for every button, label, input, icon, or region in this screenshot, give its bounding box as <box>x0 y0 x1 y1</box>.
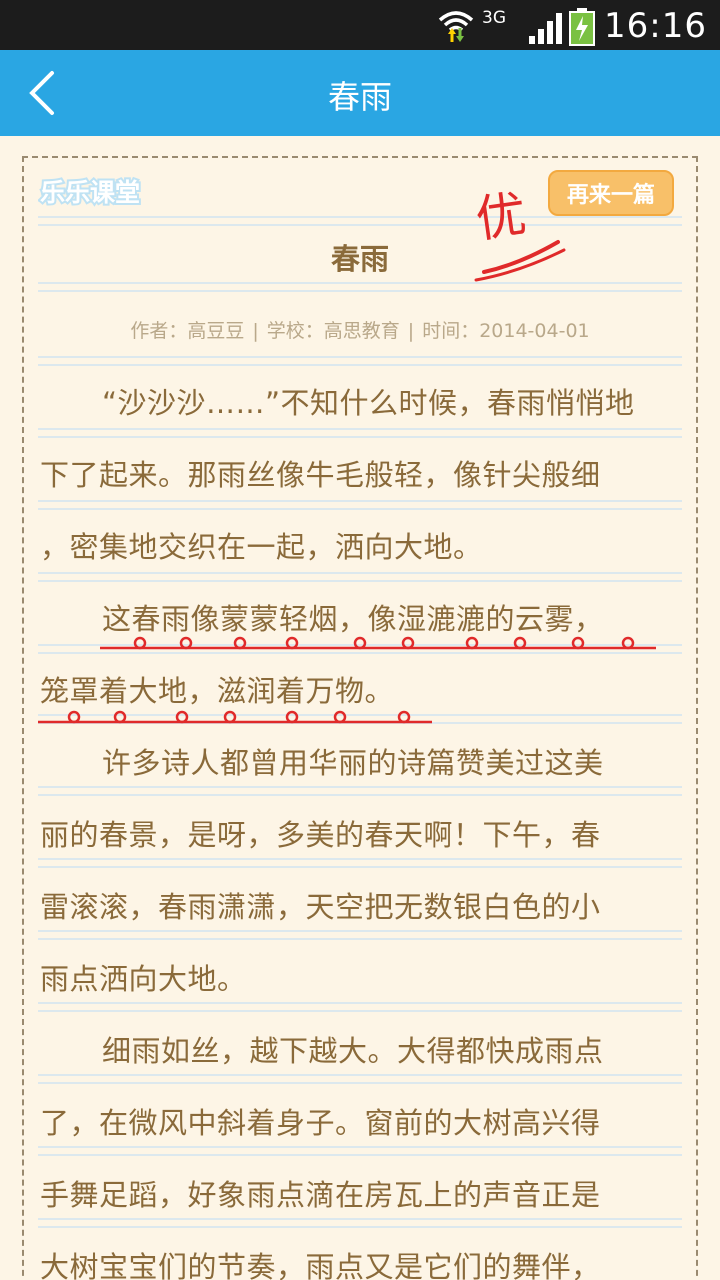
essay-line: 雷滚滚，春雨潇潇，天空把无数银白色的小 <box>40 890 601 924</box>
brand-logo: 乐乐课堂 <box>38 176 142 209</box>
essay-title: 春雨 <box>330 242 389 276</box>
essay-line: 手舞足蹈，好象雨点滴在房瓦上的声音正是 <box>40 1178 601 1212</box>
wifi-icon <box>438 11 474 42</box>
author: 作者：高豆豆 <box>130 320 245 342</box>
essay-line: 雨点洒向大地。 <box>40 962 247 996</box>
essay-line: 了，在微风中斜着身子。窗前的大树高兴得 <box>40 1106 601 1140</box>
highlight-underline <box>38 710 432 724</box>
network-type: 3G <box>482 8 506 28</box>
essay-line: “沙沙沙……”不知什么时候，春雨悄悄地 <box>102 386 635 420</box>
clock: 16:16 <box>604 6 707 46</box>
school: 学校：高思教育 <box>266 320 400 342</box>
essay-line: 细雨如丝，越下越大。大得都快成雨点 <box>102 1034 604 1068</box>
essay-line: 许多诗人都曾用华丽的诗篇赞美过这美 <box>102 746 604 780</box>
essay-paper: 乐乐课堂 再来一篇 优 春雨 作者：高豆豆 | 学校：高思教育 | 时间：2014-04… <box>22 156 698 1280</box>
essay-line: 这春雨像蒙蒙轻烟，像湿漉漉的云雾， <box>102 602 604 636</box>
signal-icon <box>529 13 562 44</box>
highlight-underline <box>100 636 656 650</box>
logo-text: 乐乐课堂 <box>40 178 140 207</box>
essay-line: 大树宝宝们的节奏，雨点又是它们的舞伴， <box>40 1250 601 1280</box>
battery-icon <box>569 8 595 46</box>
essay-meta: 作者：高豆豆 | 学校：高思教育 | 时间：2014-04-01 <box>130 320 590 342</box>
essay-line: ，密集地交织在一起，洒向大地。 <box>40 530 483 564</box>
date: 时间：2014-04-01 <box>422 320 590 342</box>
essay-line: 笼罩着大地，滋润着万物。 <box>40 674 395 708</box>
app-header: 春雨 <box>0 50 720 136</box>
status-bar: 3G 16:16 <box>0 0 720 50</box>
page-title: 春雨 <box>327 78 392 116</box>
essay-line: 下了起来。那雨丝像牛毛般轻，像针尖般细 <box>40 458 601 492</box>
essay-line: 丽的春景，是呀，多美的春天啊！下午，春 <box>40 818 601 852</box>
